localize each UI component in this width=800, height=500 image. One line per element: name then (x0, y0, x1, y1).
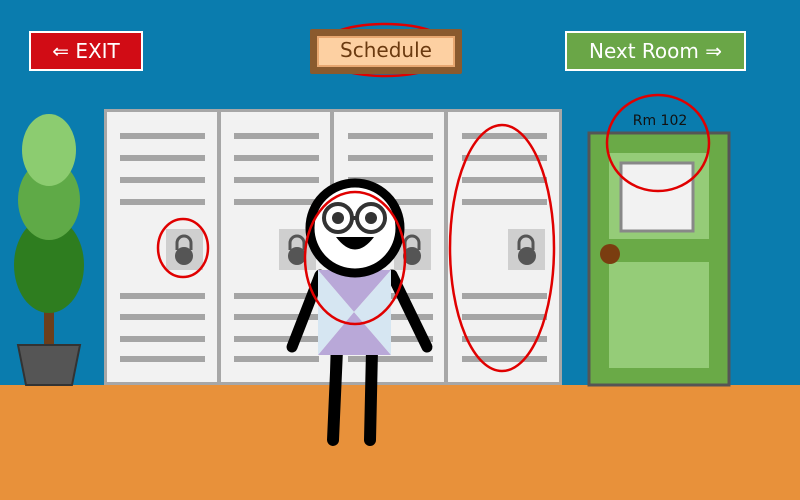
next-room-button-label: Next Room ⇒ (588, 39, 723, 63)
exit-button-label: ⇐ EXIT (52, 39, 120, 63)
schedule-sign[interactable]: Schedule (310, 29, 462, 74)
classroom-door[interactable] (587, 131, 731, 387)
schedule-sign-label: Schedule (340, 38, 432, 62)
scene-art (14, 22, 731, 446)
padlock-icon[interactable] (508, 229, 545, 270)
game-scene: ⇐ EXIT Next Room ⇒ Schedule Rm 102 (0, 0, 800, 500)
exit-button[interactable]: ⇐ EXIT (29, 31, 143, 71)
padlock-icon[interactable] (166, 229, 203, 270)
next-room-button[interactable]: Next Room ⇒ (565, 31, 746, 71)
potted-plant[interactable] (14, 114, 84, 386)
room-number-label: Rm 102 (632, 113, 688, 129)
